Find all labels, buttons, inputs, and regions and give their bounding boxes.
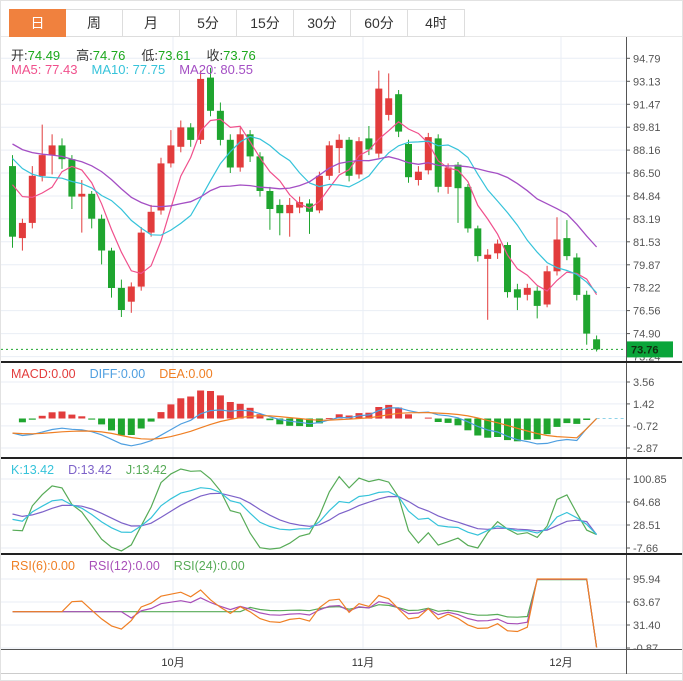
rsi-chart[interactable]: 95.94 63.67 31.40 -0.87: [1, 555, 683, 649]
time-axis: 10月 11月 12月: [1, 650, 682, 674]
tab-week[interactable]: 周: [66, 9, 123, 37]
tab-60min[interactable]: 60分: [351, 9, 408, 37]
svg-text:10月: 10月: [161, 657, 184, 669]
svg-text:88.16: 88.16: [633, 145, 661, 157]
svg-text:3.56: 3.56: [633, 377, 654, 389]
svg-text:91.47: 91.47: [633, 99, 661, 111]
svg-text:1.42: 1.42: [633, 399, 654, 411]
svg-text:-0.87: -0.87: [633, 643, 658, 649]
main-chart-panel: 94.79 93.13 91.47 89.81 88.16 86.50 84.84 83.19…: [1, 37, 682, 361]
svg-text:-7.66: -7.66: [633, 543, 658, 553]
svg-text:-2.87: -2.87: [633, 443, 658, 455]
kline-widget: 日 周 月 5分 15分 30分 60分 4时 94.79 93.13 91.47 8…: [0, 0, 683, 681]
macd-panel: 3.56 1.42 -0.72 -2.87 MACD:0.00 DIFF:0.00 D…: [1, 363, 682, 457]
tab-30min[interactable]: 30分: [294, 9, 351, 37]
tab-4hour[interactable]: 4时: [408, 9, 465, 37]
tab-month[interactable]: 月: [123, 9, 180, 37]
svg-text:84.84: 84.84: [633, 191, 661, 203]
svg-text:79.87: 79.87: [633, 260, 661, 272]
svg-text:89.81: 89.81: [633, 122, 661, 134]
svg-text:78.22: 78.22: [633, 283, 661, 295]
svg-text:11月: 11月: [352, 657, 374, 669]
candlestick-chart[interactable]: 94.79 93.13 91.47 89.81 88.16 86.50 84.84 83.19…: [1, 37, 683, 361]
svg-text:12月: 12月: [549, 657, 572, 669]
svg-text:100.85: 100.85: [633, 474, 667, 486]
macd-chart[interactable]: 3.56 1.42 -0.72 -2.87: [1, 363, 683, 457]
kdj-panel: 100.85 64.68 28.51 -7.66 K:13.42 D:13.42 J:…: [1, 459, 682, 553]
period-tabbar: 日 周 月 5分 15分 30分 60分 4时: [1, 1, 682, 37]
tab-5min[interactable]: 5分: [180, 9, 237, 37]
svg-text:28.51: 28.51: [633, 520, 661, 532]
svg-text:31.40: 31.40: [633, 620, 661, 632]
svg-text:73.76: 73.76: [631, 344, 659, 356]
svg-text:83.19: 83.19: [633, 214, 661, 226]
time-axis-labels: 10月 11月 12月: [161, 650, 627, 674]
tab-15min[interactable]: 15分: [237, 9, 294, 37]
svg-text:81.53: 81.53: [633, 237, 661, 249]
tab-day[interactable]: 日: [9, 9, 66, 37]
svg-text:64.68: 64.68: [633, 497, 661, 509]
svg-text:86.50: 86.50: [633, 168, 661, 180]
kdj-chart[interactable]: 100.85 64.68 28.51 -7.66: [1, 459, 683, 553]
svg-text:-0.72: -0.72: [633, 421, 658, 433]
svg-text:94.79: 94.79: [633, 53, 661, 65]
svg-text:93.13: 93.13: [633, 76, 661, 88]
rsi-panel: 95.94 63.67 31.40 -0.87 RSI(6):0.00 RSI(12)…: [1, 555, 682, 649]
svg-text:76.56: 76.56: [633, 306, 661, 318]
svg-text:74.90: 74.90: [633, 329, 661, 341]
svg-text:95.94: 95.94: [633, 574, 661, 586]
svg-text:63.67: 63.67: [633, 597, 661, 609]
